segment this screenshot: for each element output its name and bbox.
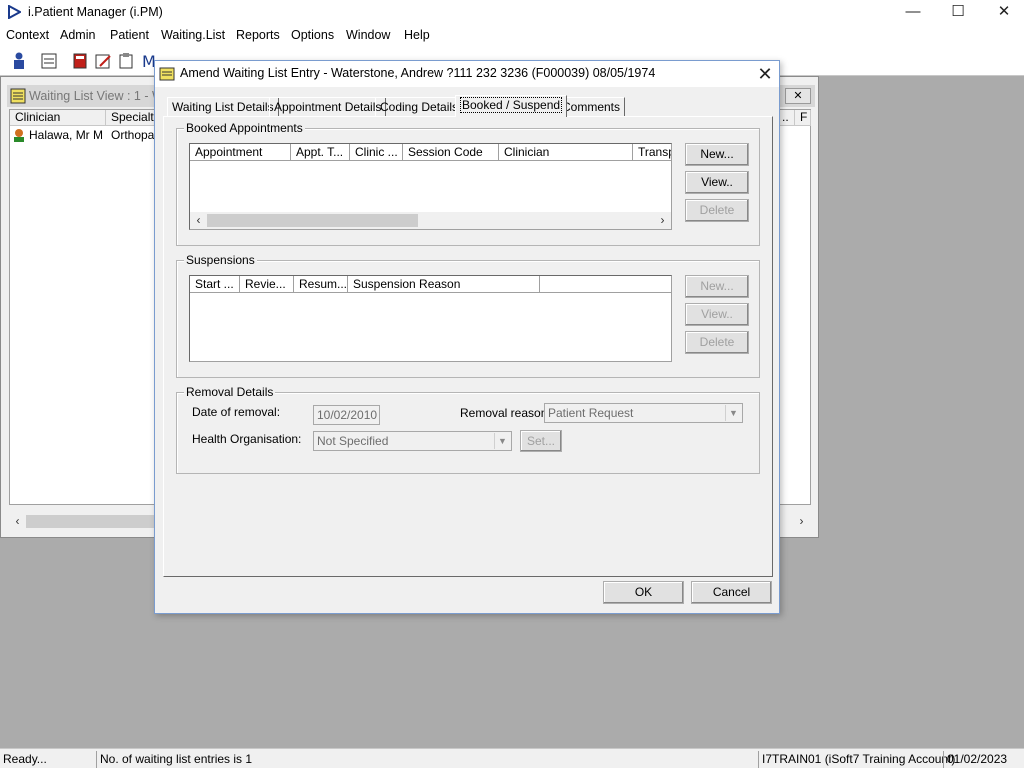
tab-label: Booked / Suspend <box>460 97 563 113</box>
chevron-down-icon[interactable]: ▼ <box>494 433 510 449</box>
print-icon[interactable] <box>39 51 59 71</box>
tab-label: Coding Details <box>380 100 459 114</box>
status-ready: Ready... <box>3 752 47 766</box>
column-header-clinic[interactable]: Clinic ... <box>350 144 403 161</box>
menu-options[interactable]: Options <box>291 28 334 42</box>
dialog-close-button[interactable]: ✕ <box>753 63 777 85</box>
column-header-f[interactable]: F <box>795 110 811 126</box>
booked-view-button[interactable]: View.. <box>685 171 749 194</box>
column-header-review[interactable]: Revie... <box>240 276 294 293</box>
close-button[interactable]: ✕ <box>981 0 1024 25</box>
waiting-list-view-close-button[interactable]: ✕ <box>785 88 811 104</box>
ok-button[interactable]: OK <box>603 581 684 604</box>
removal-reason-label: Removal reason: <box>460 406 551 420</box>
menu-admin[interactable]: Admin <box>60 28 95 42</box>
row-clinician: Halawa, Mr M <box>29 128 104 142</box>
menu-waiting-list[interactable]: Waiting.List <box>161 28 225 42</box>
tab-appointment-details[interactable]: Appointment Details <box>269 97 387 117</box>
scroll-left-icon[interactable]: ‹ <box>190 212 207 229</box>
tab-waiting-list-details[interactable]: Waiting List Details <box>167 97 279 117</box>
status-entries: No. of waiting list entries is 1 <box>96 751 756 768</box>
column-header-start[interactable]: Start ... <box>190 276 240 293</box>
booked-horizontal-scrollbar[interactable]: ‹ › <box>190 212 671 229</box>
removal-details-label: Removal Details <box>184 385 276 399</box>
booked-appointments-group: Booked Appointments Appointment Appt. T.… <box>176 121 760 246</box>
booked-suspend-panel: Booked Appointments Appointment Appt. T.… <box>163 116 773 577</box>
tab-booked-suspend[interactable]: Booked / Suspend <box>455 95 568 117</box>
app-title: i.Patient Manager (i.PM) <box>28 5 163 19</box>
dialog-titlebar: Amend Waiting List Entry - Waterstone, A… <box>155 61 779 87</box>
status-user: I7TRAIN01 (iSoft7 Training Account) <box>758 751 955 768</box>
suspensions-delete-button[interactable]: Delete <box>685 331 749 354</box>
column-header-appointment[interactable]: Appointment <box>190 144 291 161</box>
scroll-right-icon[interactable]: › <box>654 212 671 229</box>
removal-reason-value: Patient Request <box>548 406 634 420</box>
patient-icon[interactable] <box>9 51 29 71</box>
app-logo-icon <box>8 5 21 19</box>
scroll-thumb[interactable] <box>26 515 156 528</box>
suspensions-group: Suspensions Start ... Revie... Resum... … <box>176 253 760 378</box>
suspensions-label: Suspensions <box>184 253 257 267</box>
book-icon[interactable] <box>70 51 90 71</box>
menu-window[interactable]: Window <box>346 28 390 42</box>
removal-details-group: Removal Details Date of removal: 10/02/2… <box>176 385 760 474</box>
tab-label: Waiting List Details <box>172 100 274 114</box>
dialog-icon <box>159 67 175 81</box>
tab-comments[interactable]: Comments <box>557 97 626 117</box>
clinician-icon <box>14 129 24 142</box>
column-header-suspension-reason[interactable]: Suspension Reason <box>348 276 540 293</box>
app-titlebar: i.Patient Manager (i.PM) — ☐ ✕ <box>0 0 1024 25</box>
clipboard-icon[interactable] <box>116 51 136 71</box>
column-header-transport[interactable]: Transp <box>633 144 671 161</box>
minimize-button[interactable]: — <box>890 0 936 25</box>
column-header-appt-type[interactable]: Appt. T... <box>291 144 350 161</box>
removal-reason-combo[interactable]: Patient Request ▼ <box>544 403 743 423</box>
table-row[interactable]: Halawa, Mr M Orthopae <box>10 127 170 143</box>
amend-waiting-list-dialog: Amend Waiting List Entry - Waterstone, A… <box>154 60 780 614</box>
suspensions-list[interactable]: Start ... Revie... Resum... Suspension R… <box>189 275 672 362</box>
date-of-removal-field[interactable]: 10/02/2010 <box>313 405 380 425</box>
health-organisation-value: Not Specified <box>317 434 389 448</box>
scroll-right-icon[interactable]: › <box>793 513 810 530</box>
status-date: 01/02/2023 <box>943 751 1024 768</box>
tab-label: Appointment Details <box>274 100 382 114</box>
health-organisation-combo[interactable]: Not Specified ▼ <box>313 431 512 451</box>
scroll-thumb[interactable] <box>207 214 418 227</box>
set-health-organisation-button[interactable]: Set... <box>520 430 562 452</box>
dialog-title: Amend Waiting List Entry - Waterstone, A… <box>180 66 656 80</box>
health-organisation-label: Health Organisation: <box>192 432 302 446</box>
edit-record-icon[interactable] <box>93 51 113 71</box>
menu-reports[interactable]: Reports <box>236 28 280 42</box>
scroll-left-icon[interactable]: ‹ <box>9 513 26 530</box>
tab-coding-details[interactable]: Coding Details <box>375 97 464 117</box>
list-window-icon <box>10 88 26 104</box>
menu-patient[interactable]: Patient <box>110 28 149 42</box>
booked-appointments-label: Booked Appointments <box>184 121 305 135</box>
booked-new-button[interactable]: New... <box>685 143 749 166</box>
status-bar: Ready... No. of waiting list entries is … <box>0 748 1024 768</box>
waiting-list-view-title: Waiting List View : 1 - W <box>29 89 164 103</box>
menu-bar: Context Admin Patient Waiting.List Repor… <box>0 25 1024 46</box>
date-of-removal-label: Date of removal: <box>192 405 281 419</box>
tab-label: Comments <box>562 100 621 114</box>
column-header-resume[interactable]: Resum... <box>294 276 348 293</box>
booked-delete-button[interactable]: Delete <box>685 199 749 222</box>
booked-appointments-list[interactable]: Appointment Appt. T... Clinic ... Sessio… <box>189 143 672 230</box>
column-header-clinician[interactable]: Clinician <box>10 110 106 126</box>
menu-help[interactable]: Help <box>404 28 430 42</box>
column-header-clinician[interactable]: Clinician <box>499 144 633 161</box>
suspensions-view-button[interactable]: View.. <box>685 303 749 326</box>
menu-context[interactable]: Context <box>6 28 49 42</box>
maximize-button[interactable]: ☐ <box>935 0 981 25</box>
column-header-session-code[interactable]: Session Code <box>403 144 499 161</box>
suspensions-new-button[interactable]: New... <box>685 275 749 298</box>
chevron-down-icon[interactable]: ▼ <box>725 405 741 421</box>
cancel-button[interactable]: Cancel <box>691 581 772 604</box>
column-header-blank[interactable] <box>540 276 671 293</box>
